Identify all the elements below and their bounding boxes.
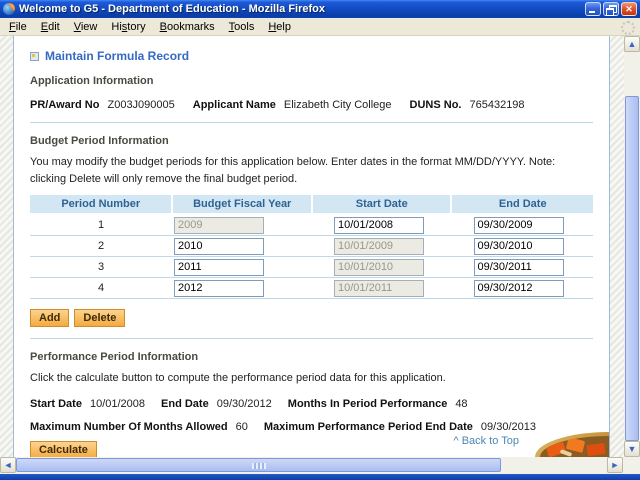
fiscal-year-input-1 [174, 217, 264, 234]
page-background-right [610, 36, 624, 457]
back-to-top-link[interactable]: ^ Back to Top [454, 435, 520, 447]
section-divider [30, 338, 593, 339]
column-header-start-date: Start Date [313, 195, 451, 213]
column-header-end-date: End Date [452, 195, 593, 213]
table-row: 4 [30, 278, 593, 299]
table-row: 2 [30, 236, 593, 257]
scroll-left-button[interactable]: ◄ [0, 457, 16, 473]
table-row: 1 [30, 215, 593, 236]
period-number-4: 4 [30, 282, 172, 294]
application-info-row: PR/Award No Z003J090005 Applicant Name E… [30, 99, 593, 111]
start-date-input-3 [334, 259, 424, 276]
performance-stats-row-2: Maximum Number Of Months Allowed 60 Maxi… [30, 421, 593, 433]
fiscal-year-input-4[interactable] [174, 280, 264, 297]
menu-item-tools[interactable]: Tools [222, 19, 262, 35]
delete-button[interactable]: Delete [74, 309, 125, 327]
performance-period-heading: Performance Period Information [30, 351, 593, 363]
menu-item-help[interactable]: Help [261, 19, 298, 35]
content-panel: Maintain Formula Record Application Info… [13, 36, 610, 457]
page-viewport: Maintain Formula Record Application Info… [0, 36, 640, 457]
budget-period-instructions: You may modify the budget periods for th… [30, 154, 593, 187]
vertical-scrollbar[interactable]: ▲ ▼ [624, 36, 640, 457]
applicant-name-value: Elizabeth City College [284, 99, 392, 111]
period-number-3: 3 [30, 261, 172, 273]
restore-button[interactable] [603, 2, 619, 16]
calculate-button[interactable]: Calculate [30, 441, 97, 458]
page-background-left [0, 36, 13, 457]
end-date-input-2[interactable] [474, 238, 564, 255]
section-divider [30, 122, 593, 123]
max-end-date-value: 09/30/2013 [481, 421, 536, 433]
max-months-value: 60 [236, 421, 248, 433]
column-header-budget-fiscal-year: Budget Fiscal Year [173, 195, 311, 213]
start-date-input-1[interactable] [334, 217, 424, 234]
duns-label: DUNS No. [410, 99, 462, 111]
application-info-heading: Application Information [30, 75, 593, 87]
menu-bar: File Edit View History Bookmarks Tools H… [0, 18, 640, 36]
scrollbar-corner [623, 457, 640, 474]
close-button[interactable] [621, 2, 637, 16]
horizontal-scroll-thumb[interactable] [16, 458, 501, 472]
performance-period-instructions: Click the calculate button to compute th… [30, 370, 593, 387]
period-number-1: 1 [30, 219, 172, 231]
fiscal-year-input-3[interactable] [174, 259, 264, 276]
menu-item-history[interactable]: History [104, 19, 152, 35]
end-date-input-1[interactable] [474, 217, 564, 234]
browser-window: Welcome to G5 - Department of Education … [0, 0, 640, 480]
start-date-label: Start Date [30, 398, 82, 410]
months-in-period-label: Months In Period Performance [288, 398, 448, 410]
budget-period-table: Period Number Budget Fiscal Year Start D… [30, 195, 593, 299]
applicant-name-label: Applicant Name [193, 99, 276, 111]
performance-stats-row-1: Start Date 10/01/2008 End Date 09/30/201… [30, 398, 593, 410]
scroll-down-button[interactable]: ▼ [624, 441, 640, 457]
column-header-period-number: Period Number [30, 195, 171, 213]
pr-award-label: PR/Award No [30, 99, 99, 111]
scroll-up-button[interactable]: ▲ [624, 36, 640, 52]
max-months-label: Maximum Number Of Months Allowed [30, 421, 228, 433]
menu-item-edit[interactable]: Edit [34, 19, 67, 35]
end-date-value: 09/30/2012 [217, 398, 272, 410]
horizontal-scrollbar[interactable]: ◄ ► [0, 457, 623, 474]
activity-throbber-icon [621, 21, 635, 35]
page-title: Maintain Formula Record [45, 49, 189, 63]
start-date-input-2 [334, 238, 424, 255]
fiscal-year-input-2[interactable] [174, 238, 264, 255]
firefox-icon [3, 3, 15, 15]
window-bottom-border [0, 474, 640, 480]
pr-award-value: Z003J090005 [107, 99, 174, 111]
duns-value: 765432198 [469, 99, 524, 111]
minimize-button[interactable] [585, 2, 601, 16]
vertical-scroll-thumb[interactable] [625, 96, 639, 441]
window-title: Welcome to G5 - Department of Education … [19, 3, 585, 15]
menu-item-bookmarks[interactable]: Bookmarks [153, 19, 222, 35]
title-bar: Welcome to G5 - Department of Education … [0, 0, 640, 18]
max-end-date-label: Maximum Performance Period End Date [264, 421, 473, 433]
period-number-2: 2 [30, 240, 172, 252]
start-date-value: 10/01/2008 [90, 398, 145, 410]
table-header-row: Period Number Budget Fiscal Year Start D… [30, 195, 593, 213]
menu-item-view[interactable]: View [67, 19, 105, 35]
table-row: 3 [30, 257, 593, 278]
scroll-right-button[interactable]: ► [607, 457, 623, 473]
end-date-label: End Date [161, 398, 209, 410]
record-form-icon [30, 52, 39, 61]
classroom-chairs-image [535, 432, 609, 457]
end-date-input-4[interactable] [474, 280, 564, 297]
end-date-input-3[interactable] [474, 259, 564, 276]
budget-period-heading: Budget Period Information [30, 135, 593, 147]
months-in-period-value: 48 [455, 398, 467, 410]
start-date-input-4 [334, 280, 424, 297]
add-button[interactable]: Add [30, 309, 69, 327]
menu-item-file[interactable]: File [2, 19, 34, 35]
